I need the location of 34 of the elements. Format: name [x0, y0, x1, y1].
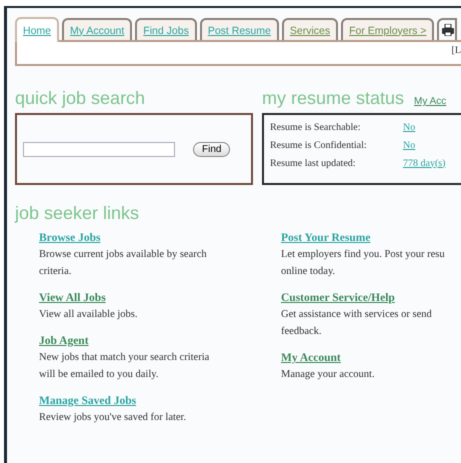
tab[interactable]: Services [282, 18, 338, 40]
link[interactable]: My Account [281, 352, 341, 364]
printer-icon[interactable] [442, 24, 454, 36]
link-description: View all available jobs. [39, 308, 139, 322]
section-title: job seeker links [15, 203, 140, 224]
link-description: New jobs that match your search criteria will be emailed to you daily. [39, 351, 210, 382]
link[interactable]: Browse Jobs [39, 232, 100, 244]
find-button[interactable]: Find [193, 142, 230, 156]
link[interactable]: [L [452, 45, 461, 56]
link-description: Get assistance with services or send feedback. [281, 308, 433, 339]
tab[interactable]: My Account [62, 18, 132, 40]
tab[interactable]: Post Resume [200, 18, 279, 40]
link[interactable]: Job Agent [39, 335, 89, 347]
status-label: Resume is Confidential: [270, 140, 368, 150]
link-description: Browse current jobs available by search criteria. [39, 248, 208, 279]
link-description: Manage your account. [281, 368, 376, 382]
status-label: Resume last updated: [270, 158, 357, 168]
link-description: Let employers find you. Post your resu online today. [281, 248, 446, 279]
link[interactable]: View All Jobs [39, 292, 106, 304]
status-value[interactable]: 778 day(s) [403, 158, 446, 168]
section-title: quick job search [15, 88, 146, 109]
link[interactable]: Manage Saved Jobs [39, 395, 136, 407]
search-field[interactable] [23, 142, 175, 156]
link[interactable]: Customer Service/Help [281, 292, 395, 304]
link-description: Review jobs you've saved for later. [39, 411, 188, 425]
status-value[interactable]: No [403, 122, 416, 132]
section-title: my resume status [262, 88, 404, 109]
tab[interactable]: For Employers > [341, 18, 434, 40]
tab[interactable]: Home [15, 17, 60, 42]
tab[interactable]: Find Jobs [135, 18, 197, 40]
status-label: Resume is Searchable: [270, 122, 362, 132]
link[interactable]: My Acc [414, 96, 446, 107]
link[interactable]: Post Your Resume [281, 232, 370, 244]
status-value[interactable]: No [403, 140, 416, 150]
